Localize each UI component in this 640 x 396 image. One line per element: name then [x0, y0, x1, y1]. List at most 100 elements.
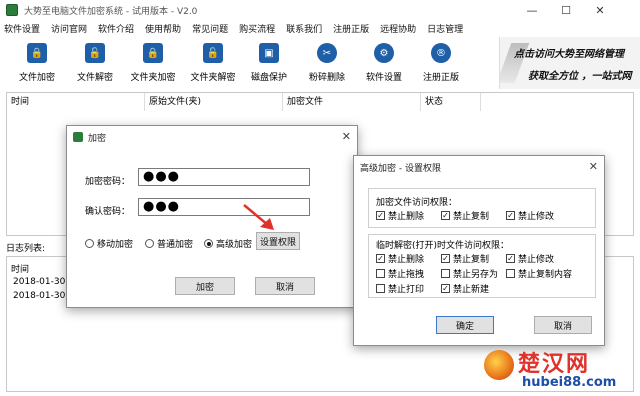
- red-arrow-annotation: [243, 204, 274, 230]
- checkbox-label: 禁止删除: [388, 212, 425, 222]
- column-status[interactable]: 状态: [421, 93, 481, 111]
- app-logo-icon: [73, 132, 83, 142]
- menu-visit-website[interactable]: 访问官网: [51, 22, 87, 35]
- g2-no-copy-content-checkbox[interactable]: 禁止复制内容: [506, 267, 572, 280]
- minimize-button[interactable]: —: [516, 0, 548, 20]
- checkbox-box: ✓: [506, 254, 515, 263]
- register-button[interactable]: ® 注册正版: [410, 40, 472, 86]
- permissions-cancel-button[interactable]: 取消: [534, 316, 592, 334]
- encrypt-cancel-button[interactable]: 取消: [255, 277, 315, 295]
- menu-software-settings[interactable]: 软件设置: [4, 22, 40, 35]
- mode-mobile-radio[interactable]: 移动加密: [85, 237, 133, 250]
- tool-label: 粉碎删除: [308, 73, 345, 83]
- password-input[interactable]: ●●●: [138, 168, 310, 186]
- permissions-dialog-titlebar: 高级加密 - 设置权限: [354, 156, 604, 178]
- menu-purchase[interactable]: 购买流程: [239, 22, 275, 35]
- folder-decrypt-button[interactable]: 🔓 文件夹解密: [182, 40, 244, 86]
- permissions-dialog-title: 高级加密 - 设置权限: [360, 163, 441, 174]
- menu-faq[interactable]: 常见问题: [192, 22, 228, 35]
- menu-contact[interactable]: 联系我们: [286, 22, 322, 35]
- log-list-label: 日志列表:: [6, 244, 46, 254]
- checkbox-label: 禁止拖拽: [388, 270, 425, 280]
- app-logo-icon: [6, 4, 18, 16]
- folder-encrypt-button[interactable]: 🔒 文件夹加密: [122, 40, 184, 86]
- watermark-logo-icon: [484, 350, 514, 380]
- menu-register[interactable]: 注册正版: [333, 22, 369, 35]
- permissions-ok-button[interactable]: 确定: [436, 316, 494, 334]
- checkbox-label: 禁止修改: [518, 255, 555, 265]
- password-label: 加密密码：: [85, 177, 131, 187]
- confirm-password-input[interactable]: ●●●: [138, 198, 310, 216]
- checkbox-label: 禁止新建: [453, 285, 490, 295]
- watermark-url: hubei88.com: [522, 375, 617, 390]
- promo-banner[interactable]: 点击访问大势至网络管理 获取全方位 ，一站式网: [499, 37, 640, 89]
- radio-label: 移动加密: [97, 240, 134, 250]
- checkbox-label: 禁止另存为: [453, 270, 499, 280]
- encrypt-dialog-titlebar: 加密: [67, 126, 357, 148]
- menu-software-intro[interactable]: 软件介绍: [98, 22, 134, 35]
- disk-protect-icon: ▣: [259, 43, 279, 63]
- checkbox-box: [376, 284, 385, 293]
- checkbox-box: ✓: [441, 211, 450, 220]
- encrypt-dialog-title: 加密: [88, 133, 107, 144]
- maximize-button[interactable]: ☐: [550, 0, 582, 20]
- g2-no-modify-checkbox[interactable]: ✓ 禁止修改: [506, 252, 554, 265]
- column-original-file[interactable]: 原始文件(夹): [145, 93, 283, 111]
- gear-icon: ⚙: [374, 43, 394, 63]
- checkbox-box: [506, 269, 515, 278]
- close-button[interactable]: ✕: [584, 0, 616, 20]
- register-icon: ®: [431, 43, 451, 63]
- set-permissions-button[interactable]: 设置权限: [256, 232, 300, 250]
- g2-no-create-checkbox[interactable]: ✓ 禁止新建: [441, 282, 489, 295]
- encrypt-dialog: 加密 ✕ 加密密码： ●●● 确认密码： ●●● 移动加密 普通加密 高级加密 …: [66, 125, 358, 308]
- window-title: 大势至电脑文件加密系统 - 试用版本 - V2.0: [24, 6, 198, 17]
- tool-label: 磁盘保护: [250, 73, 287, 83]
- checkbox-label: 禁止修改: [518, 212, 555, 222]
- g1-no-delete-checkbox[interactable]: ✓ 禁止删除: [376, 209, 424, 222]
- file-encrypt-button[interactable]: 🔒 文件加密: [6, 40, 68, 86]
- folder-lock-icon: 🔒: [143, 43, 163, 63]
- folder-unlock-icon: 🔓: [203, 43, 223, 63]
- tool-label: 文件解密: [76, 73, 113, 83]
- checkbox-box: ✓: [506, 211, 515, 220]
- g2-no-drag-checkbox[interactable]: 禁止拖拽: [376, 267, 424, 280]
- radio-label: 普通加密: [157, 240, 194, 250]
- close-icon[interactable]: ✕: [589, 160, 598, 173]
- column-time[interactable]: 时间: [7, 93, 145, 111]
- checkbox-box: ✓: [376, 211, 385, 220]
- checkbox-box: [376, 269, 385, 278]
- watermark-name: 楚汉网: [518, 352, 591, 377]
- checkbox-box: [441, 269, 450, 278]
- mode-normal-radio[interactable]: 普通加密: [145, 237, 193, 250]
- file-decrypt-button[interactable]: 🔓 文件解密: [64, 40, 126, 86]
- tool-label: 文件加密: [18, 73, 55, 83]
- g2-no-print-checkbox[interactable]: 禁止打印: [376, 282, 424, 295]
- site-watermark: 楚汉网 hubei88.com: [480, 344, 640, 396]
- radio-dot: [85, 239, 94, 248]
- mode-advanced-radio[interactable]: 高级加密: [204, 237, 252, 250]
- g2-no-delete-checkbox[interactable]: ✓ 禁止删除: [376, 252, 424, 265]
- log-column-time[interactable]: 时间: [11, 262, 29, 275]
- checkbox-box: ✓: [441, 284, 450, 293]
- g1-no-copy-checkbox[interactable]: ✓ 禁止复制: [441, 209, 489, 222]
- checkbox-label: 禁止复制内容: [518, 270, 573, 280]
- file-unlock-icon: 🔓: [85, 43, 105, 63]
- menu-bar: 软件设置 访问官网 软件介绍 使用帮助 常见问题 购买流程 联系我们 注册正版 …: [0, 20, 640, 36]
- g2-no-save-as-checkbox[interactable]: 禁止另存为: [441, 267, 498, 280]
- encrypt-confirm-button[interactable]: 加密: [175, 277, 235, 295]
- tool-label: 软件设置: [365, 73, 402, 83]
- shred-delete-button[interactable]: ✂ 粉碎删除: [296, 40, 358, 86]
- close-icon[interactable]: ✕: [342, 130, 351, 143]
- menu-log-management[interactable]: 日志管理: [427, 22, 463, 35]
- g2-no-copy-checkbox[interactable]: ✓ 禁止复制: [441, 252, 489, 265]
- disk-protect-button[interactable]: ▣ 磁盘保护: [238, 40, 300, 86]
- shred-icon: ✂: [317, 43, 337, 63]
- g1-no-modify-checkbox[interactable]: ✓ 禁止修改: [506, 209, 554, 222]
- software-settings-button[interactable]: ⚙ 软件设置: [353, 40, 415, 86]
- menu-help[interactable]: 使用帮助: [145, 22, 181, 35]
- menu-remote-help[interactable]: 远程协助: [380, 22, 416, 35]
- group2-title: 临时解密(打开)时文件访问权限：: [376, 241, 510, 251]
- checkbox-label: 禁止删除: [388, 255, 425, 265]
- checkbox-label: 禁止复制: [453, 212, 490, 222]
- column-encrypted-file[interactable]: 加密文件: [283, 93, 421, 111]
